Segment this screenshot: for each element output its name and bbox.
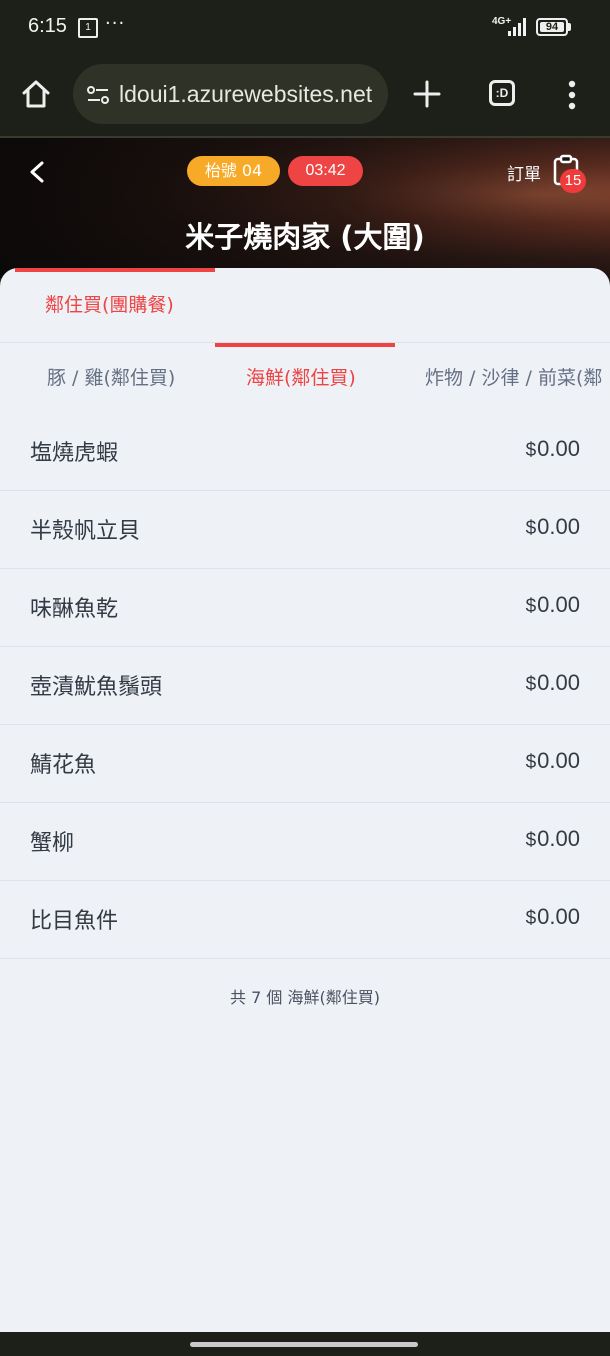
browser-toolbar: ldoui1.azurewebsites.net :D bbox=[0, 58, 610, 136]
item-price: $0.00 bbox=[525, 748, 580, 773]
item-count-text: 共 7 個 海鮮(鄰住買) bbox=[230, 988, 380, 1007]
notification-icon: 1 bbox=[78, 18, 98, 38]
menu-item[interactable]: 半殼帆立貝 $0.00 bbox=[0, 491, 610, 569]
menu-item[interactable]: 蟹柳 $0.00 bbox=[0, 803, 610, 881]
subtab-seafood[interactable]: 海鮮(鄰住買) bbox=[246, 343, 356, 413]
system-nav-bar bbox=[0, 1332, 610, 1356]
store-header: 枱號 04 03:42 訂單 15 米子燒肉家 (大圍) bbox=[0, 138, 610, 278]
menu-item[interactable]: 鯖花魚 $0.00 bbox=[0, 725, 610, 803]
item-name: 比目魚件 bbox=[30, 909, 119, 934]
active-tab-indicator bbox=[15, 268, 215, 272]
tab-switcher-button[interactable]: :D bbox=[489, 80, 515, 106]
menu-item-list: 塩燒虎蝦 $0.00 半殼帆立貝 $0.00 味醂魚乾 $0.00 壺漬魷魚鬚頭… bbox=[0, 413, 610, 959]
item-price: $0.00 bbox=[525, 826, 580, 851]
menu-item[interactable]: 味醂魚乾 $0.00 bbox=[0, 569, 610, 647]
item-price: $0.00 bbox=[525, 436, 580, 461]
item-price: $0.00 bbox=[525, 904, 580, 929]
subcategory-tabs: 豚 / 雞(鄰住買) 海鮮(鄰住買) 炸物 / 沙律 / 前菜(鄰 bbox=[0, 343, 610, 413]
home-icon[interactable] bbox=[20, 78, 52, 110]
battery-icon: 94 bbox=[536, 18, 568, 36]
subtab-pork-chicken[interactable]: 豚 / 雞(鄰住買) bbox=[47, 343, 175, 413]
timer-badge: 03:42 bbox=[288, 156, 363, 186]
item-name: 壺漬魷魚鬚頭 bbox=[30, 675, 163, 700]
new-tab-icon[interactable] bbox=[413, 80, 441, 108]
back-icon[interactable] bbox=[26, 160, 50, 184]
item-price: $0.00 bbox=[525, 592, 580, 617]
table-number-badge: 枱號 04 bbox=[187, 156, 280, 186]
item-name: 半殼帆立貝 bbox=[30, 519, 141, 544]
more-notifications-icon: ··· bbox=[105, 13, 126, 34]
menu-item[interactable]: 壺漬魷魚鬚頭 $0.00 bbox=[0, 647, 610, 725]
item-name: 蟹柳 bbox=[30, 831, 75, 856]
url-text: ldoui1.azurewebsites.net bbox=[119, 81, 373, 107]
gesture-handle[interactable] bbox=[190, 1342, 418, 1347]
site-settings-icon[interactable] bbox=[85, 82, 111, 108]
status-bar: 6:15 1 ··· 4G+ 94 bbox=[0, 0, 610, 58]
tab-group-buy[interactable]: 鄰住買(團購餐) bbox=[15, 268, 215, 342]
battery-level: 94 bbox=[540, 22, 564, 33]
menu-item[interactable]: 比目魚件 $0.00 bbox=[0, 881, 610, 959]
more-menu-icon[interactable] bbox=[568, 80, 576, 110]
subtab-fried-salad-appetizer[interactable]: 炸物 / 沙律 / 前菜(鄰 bbox=[425, 343, 602, 413]
item-name: 味醂魚乾 bbox=[30, 597, 119, 622]
order-count-badge: 15 bbox=[560, 169, 586, 193]
menu-sheet: 鄰住買(團購餐) 豚 / 雞(鄰住買) 海鮮(鄰住買) 炸物 / 沙律 / 前菜… bbox=[0, 268, 610, 1332]
store-name: 米子燒肉家 (大圍) bbox=[185, 220, 425, 254]
status-time: 6:15 bbox=[28, 15, 67, 37]
item-price: $0.00 bbox=[525, 670, 580, 695]
item-name: 鯖花魚 bbox=[30, 753, 97, 778]
order-label[interactable]: 訂單 bbox=[507, 160, 541, 185]
category-tabs: 鄰住買(團購餐) bbox=[0, 268, 610, 343]
signal-icon bbox=[508, 18, 530, 36]
address-bar[interactable]: ldoui1.azurewebsites.net bbox=[73, 64, 388, 124]
item-price: $0.00 bbox=[525, 514, 580, 539]
tab-label: 鄰住買(團購餐) bbox=[45, 294, 174, 316]
item-name: 塩燒虎蝦 bbox=[30, 441, 119, 466]
menu-item[interactable]: 塩燒虎蝦 $0.00 bbox=[0, 413, 610, 491]
